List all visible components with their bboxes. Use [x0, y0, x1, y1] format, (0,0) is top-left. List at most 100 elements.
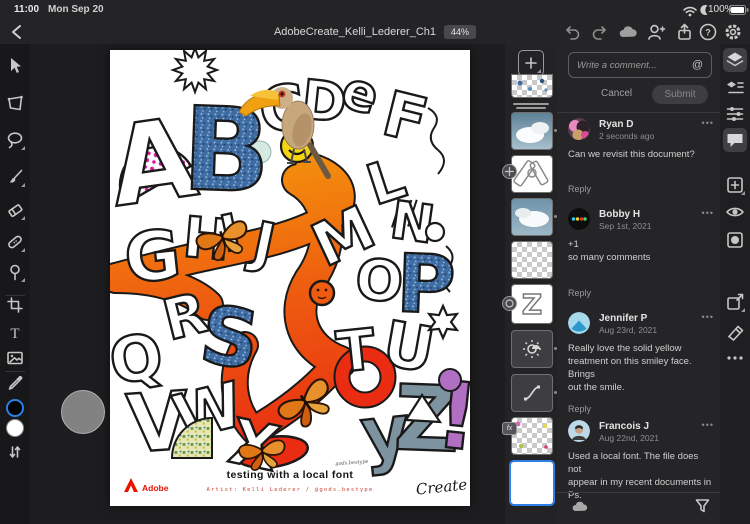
redo-button[interactable] — [589, 21, 611, 43]
layer-thumbnail-empty[interactable] — [511, 241, 553, 279]
sync-cloud-icon[interactable] — [571, 500, 589, 513]
healing-tool[interactable] — [3, 230, 27, 254]
layer-mask-icon[interactable] — [723, 228, 747, 252]
adobe-brand-text: Adobe — [142, 483, 169, 493]
comment-time: Aug 23rd, 2021 — [599, 325, 657, 335]
layer-group-line — [513, 103, 549, 105]
swap-colors-button[interactable] — [3, 440, 27, 464]
comment-menu-icon[interactable]: ••• — [702, 420, 714, 430]
brush-tool[interactable] — [3, 165, 27, 189]
submit-button[interactable]: Submit — [652, 85, 708, 104]
svg-text:?: ? — [705, 28, 711, 38]
layer-thumbnail-brightness-adjustment[interactable] — [511, 330, 553, 368]
place-transform-icon[interactable] — [723, 290, 747, 314]
crop-tool[interactable] — [3, 293, 27, 317]
filter-comments-icon[interactable] — [695, 498, 710, 513]
comment-text: Really love the solid yellowtreatment on… — [568, 342, 714, 394]
comment-author: Ryan D — [599, 119, 633, 130]
back-button[interactable] — [6, 21, 28, 43]
layer-thumbnail-selected[interactable] — [509, 460, 555, 506]
settings-gear-icon[interactable] — [722, 21, 744, 43]
transform-tool[interactable] — [3, 91, 27, 115]
layer-reference-badge[interactable] — [502, 296, 517, 311]
comments-panel: @ Cancel Submit Ryan D 2 seconds ago •••… — [557, 44, 720, 524]
cancel-button[interactable]: Cancel — [601, 88, 632, 99]
layer-thumbnail-cloud[interactable] — [511, 198, 553, 236]
liquify-tool[interactable] — [3, 260, 27, 284]
comment-author: Jennifer P — [599, 313, 647, 324]
comments-panel-icon[interactable] — [723, 128, 747, 152]
invite-people-icon[interactable] — [645, 21, 667, 43]
move-tool[interactable] — [3, 54, 27, 78]
layer-group-line — [516, 107, 546, 109]
visibility-eye-icon[interactable] — [723, 200, 747, 224]
undo-button[interactable] — [561, 21, 583, 43]
zoom-level-badge[interactable]: 44% — [444, 25, 476, 39]
svg-text:T: T — [10, 326, 19, 342]
foreground-color-well[interactable] — [6, 399, 24, 417]
artboard[interactable]: ABCDeFGHIJLMNOPQRSTUVWXyZ! — [110, 50, 470, 506]
reply-button[interactable]: Reply — [568, 404, 591, 414]
layer-properties-icon[interactable] — [723, 76, 747, 100]
layer-reference-badge[interactable] — [502, 164, 517, 179]
comment-author: Francois J — [599, 421, 649, 432]
comment-item: Bobby H Sep 1st, 2021 ••• +1so many comm… — [568, 208, 714, 312]
status-bar: 11:00 Mon Sep 20 100% — [0, 0, 750, 20]
layer-fx-badge[interactable]: fx — [502, 422, 517, 435]
mention-at-button[interactable]: @ — [692, 59, 711, 71]
layer-thumbnail-effects[interactable] — [511, 417, 553, 455]
adjustments-sliders-icon[interactable] — [723, 102, 747, 126]
touch-shortcut-button[interactable] — [61, 390, 105, 434]
artwork-canvas: ABCDeFGHIJLMNOPQRSTUVWXyZ! — [110, 50, 470, 506]
eyedropper-tool[interactable] — [3, 371, 27, 395]
signature: Create — [415, 475, 468, 498]
type-tool[interactable]: T — [3, 321, 27, 345]
comment-item: Francois J Aug 22nd, 2021 ••• Used a loc… — [568, 420, 714, 490]
place-image-tool[interactable] — [3, 346, 27, 370]
comment-time: Sep 1st, 2021 — [599, 221, 651, 231]
document-title[interactable]: AdobeCreate_Kelli_Lederer_Ch1 — [274, 26, 436, 38]
layers-panel-icon[interactable] — [723, 48, 747, 72]
lasso-select-tool[interactable] — [3, 128, 27, 152]
layer-thumbnail-sketch[interactable] — [511, 155, 553, 193]
more-options-icon[interactable] — [723, 346, 747, 370]
add-layer-rail-icon[interactable] — [723, 173, 747, 197]
comment-time: 2 seconds ago — [599, 131, 654, 141]
comment-time: Aug 22nd, 2021 — [599, 433, 659, 443]
background-color-well[interactable] — [6, 419, 24, 437]
avatar — [568, 312, 590, 334]
right-taskbar — [720, 44, 750, 524]
comment-text: Used a local font. The file does notappe… — [568, 450, 714, 502]
wifi-icon — [682, 5, 698, 17]
comment-menu-icon[interactable]: ••• — [702, 208, 714, 218]
clock-time: 11:00 — [14, 4, 39, 15]
comment-text: Can we revisit this document? — [568, 148, 695, 161]
panel-divider — [557, 492, 720, 493]
poster-caption: testing with a local font — [227, 469, 354, 481]
avatar — [568, 118, 590, 140]
clipping-mask-icon[interactable] — [723, 320, 747, 344]
layer-thumbnail-letter-z[interactable]: Z — [511, 284, 553, 324]
comment-menu-icon[interactable]: ••• — [702, 312, 714, 322]
comment-input-box: @ — [568, 52, 712, 78]
layer-thumbnail-curves-adjustment[interactable] — [511, 374, 553, 412]
reply-button[interactable]: Reply — [568, 288, 591, 298]
battery-icon — [729, 5, 749, 16]
comment-input[interactable] — [569, 60, 692, 71]
layers-panel: Z fx — [505, 44, 557, 524]
small-circle-outline — [426, 223, 444, 241]
layer-thumbnail-paint[interactable] — [511, 74, 553, 98]
help-icon[interactable]: ? — [697, 21, 719, 43]
eraser-tool[interactable] — [3, 198, 27, 222]
cloud-sync-icon[interactable] — [617, 21, 639, 43]
add-layer-button[interactable] — [518, 50, 544, 76]
comment-item: Ryan D 2 seconds ago ••• Can we revisit … — [568, 118, 714, 208]
poster-credit: Artist: Kelli Lederer / @gods.bestype — [207, 487, 374, 493]
share-icon[interactable] — [673, 21, 695, 43]
reply-button[interactable]: Reply — [568, 184, 591, 194]
clock-date: Mon Sep 20 — [48, 4, 104, 15]
layer-thumbnail-cloud[interactable] — [511, 112, 553, 150]
avatar — [568, 208, 590, 230]
comment-text: +1so many comments — [568, 238, 650, 264]
comment-menu-icon[interactable]: ••• — [702, 118, 714, 128]
